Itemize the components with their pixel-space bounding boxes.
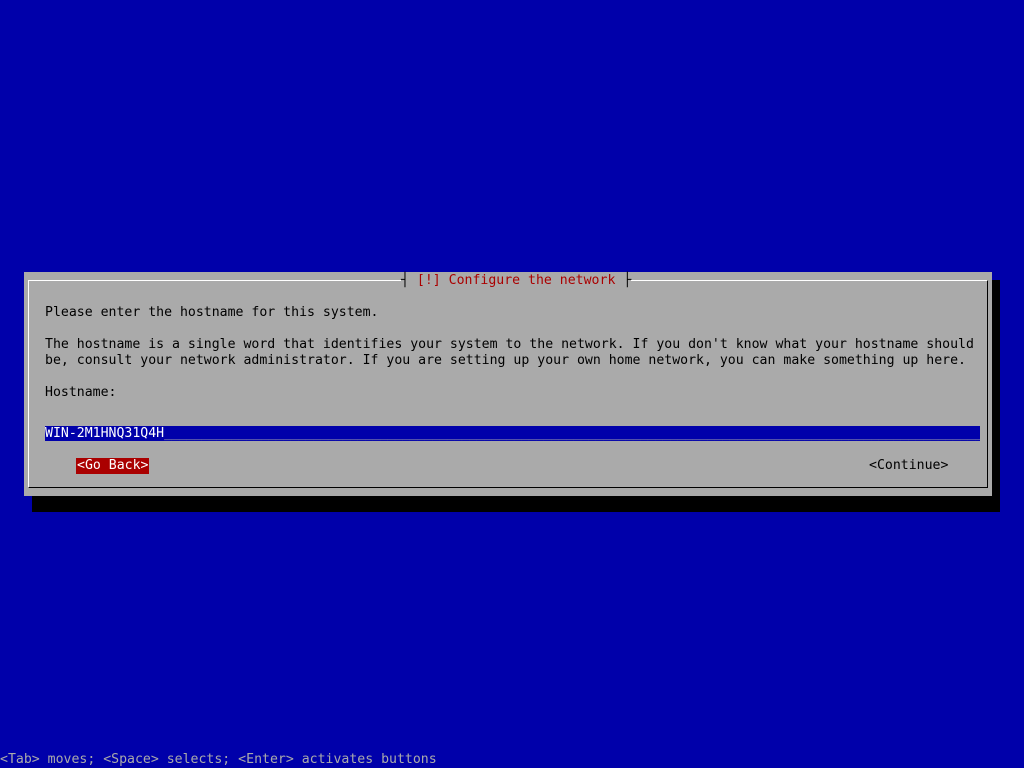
go-back-button[interactable]: <Go Back> [76,458,150,474]
input-fill: ________________________________________… [164,426,980,441]
dialog-shadow-bottom [32,496,1000,512]
key-help-footer: <Tab> moves; <Space> selects; <Enter> ac… [0,752,437,767]
title-right-bar: ├ [615,273,632,288]
intro-text: Please enter the hostname for this syste… [45,305,379,320]
hostname-value: WIN-2M1HNQ31Q4H [45,426,165,441]
configure-network-dialog: ┤ [!] Configure the network ├ Please ent… [24,272,992,496]
dialog-title: [!] Configure the network [416,273,616,288]
title-left-bar: ┤ [401,273,417,288]
dialog-frame: ┤ [!] Configure the network ├ Please ent… [28,273,988,488]
description-line-2: be, consult your network administrator. … [45,353,966,368]
continue-button[interactable]: <Continue> [869,458,948,474]
installer-screen: ┤ [!] Configure the network ├ Please ent… [0,0,1024,768]
hostname-label: Hostname: [45,385,117,400]
dialog-title-container: ┤ [!] Configure the network ├ [401,273,632,289]
dialog-shadow-right [992,280,1000,512]
hostname-input[interactable]: WIN-2M1HNQ31Q4H_________________________… [45,426,980,441]
description-line-1: The hostname is a single word that ident… [45,337,974,352]
